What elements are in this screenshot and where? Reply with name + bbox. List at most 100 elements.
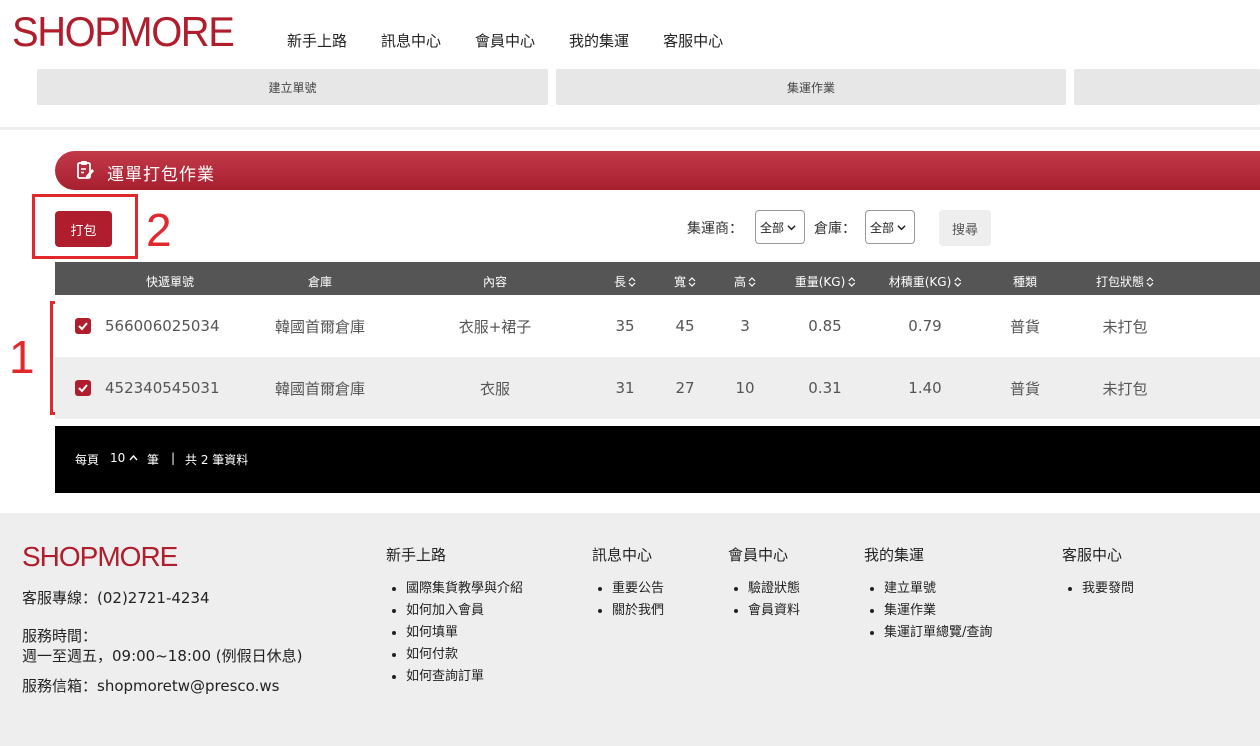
th-height-label: 高 [733,275,747,289]
nav-customer-service[interactable]: 客服中心 [663,30,723,51]
footer-hours: 週一至週五，09:00~18:00 (例假日休息) [22,647,303,665]
check-icon [78,384,88,393]
chevron-up-icon [129,454,138,461]
footer-link[interactable]: 驗證狀態 [748,578,800,600]
footer-link[interactable]: 關於我們 [612,600,664,622]
footer-logo: SHOPMORE [22,541,178,572]
carrier-select-value: 全部 [760,220,785,235]
section-header: 運單打包作業 [55,151,1260,190]
clipboard-edit-icon [77,161,94,179]
footer-col-title: 訊息中心 [592,546,653,564]
footer-link[interactable]: 如何加入會員 [406,600,523,622]
footer-link[interactable]: 建立單號 [884,578,992,600]
top-nav: 新手上路 訊息中心 會員中心 我的集運 客服中心 [287,30,757,51]
nav-message-center[interactable]: 訊息中心 [381,30,441,51]
cell-pack-status: 未打包 [1102,379,1148,398]
carrier-filter-label: 集運商： [687,221,743,237]
nav-member-center[interactable]: 會員中心 [475,30,535,51]
nav-beginner-guide[interactable]: 新手上路 [287,30,347,51]
section-title: 運單打包作業 [107,165,215,185]
footer-link[interactable]: 如何付款 [406,644,523,666]
cell-height: 10 [735,379,755,397]
pagination-bar: 每頁 10 筆 | 共 2 筆資料 [55,426,1260,493]
th-weight-label: 重量(KG) [794,275,846,289]
sort-icon [628,276,636,287]
footer-col-title: 會員中心 [728,546,789,564]
per-page-select[interactable]: 10 [110,451,138,465]
carrier-select[interactable]: 全部 [755,210,805,244]
header-divider [0,127,1260,130]
shopmore-logo[interactable]: SHOPMORE [12,8,235,56]
cell-content: 衣服 [479,379,511,398]
footer-link[interactable]: 重要公告 [612,578,664,600]
subnav-extra-button[interactable] [1074,69,1260,105]
cell-length: 35 [615,317,635,335]
cell-tracking: 452340545031 [105,379,220,397]
consolidation-operation-button[interactable]: 集運作業 [556,69,1066,105]
cell-tracking: 566006025034 [105,317,220,335]
footer-col-service: 客服中心 我要發問 [1062,544,1134,600]
footer-col-consolidation: 我的集運 建立單號 集運作業 集運訂單總覽/查詢 [864,544,992,644]
cell-width: 27 [675,379,695,397]
footer-link[interactable]: 集運訂單總覽/查詢 [884,622,992,644]
cell-type: 普貨 [1009,317,1041,336]
annotation-number-1: 1 [9,331,35,383]
cell-vol-weight: 0.79 [908,317,942,335]
footer-link[interactable]: 我要發問 [1082,578,1134,600]
cell-warehouse: 韓國首爾倉庫 [274,379,366,398]
annotation-number-2: 2 [146,204,172,256]
cell-width: 45 [675,317,695,335]
row-checkbox[interactable] [75,318,91,334]
sort-icon [1146,276,1154,287]
cell-weight: 0.31 [808,379,842,397]
cell-length: 31 [615,379,635,397]
footer-link[interactable]: 會員資料 [748,600,800,622]
per-page-value: 10 [110,451,126,465]
footer-col-title: 我的集運 [864,546,925,564]
annotation-box-2 [32,194,138,259]
row-checkbox[interactable] [75,380,91,396]
chevron-down-icon [897,224,906,230]
footer-link[interactable]: 如何查詢訂單 [406,666,523,688]
cell-pack-status: 未打包 [1102,317,1148,336]
footer-col-title: 新手上路 [386,546,447,564]
cell-height: 3 [740,317,750,335]
sort-icon [847,276,855,287]
per-page-unit: 筆 [147,453,160,467]
search-button[interactable]: 搜尋 [939,210,991,246]
cell-type: 普貨 [1009,379,1041,398]
cell-weight: 0.85 [808,317,842,335]
nav-my-consolidation[interactable]: 我的集運 [569,30,629,51]
sort-icon [748,276,756,287]
footer-link[interactable]: 集運作業 [884,600,992,622]
table-row: 566006025034 韓國首爾倉庫 衣服+裙子 35 45 3 0.85 0… [55,295,1260,357]
th-length-label: 長 [613,275,627,289]
warehouse-filter-label: 倉庫： [814,221,856,237]
cell-warehouse: 韓國首爾倉庫 [274,317,366,336]
chevron-down-icon [787,224,796,230]
footer-link[interactable]: 如何填單 [406,622,523,644]
warehouse-select[interactable]: 全部 [865,210,915,244]
footer-col-message: 訊息中心 重要公告 關於我們 [592,544,664,622]
footer: SHOPMORE 客服專線：(02)2721-4234 服務時間： 週一至週五，… [0,513,1260,746]
footer-email: 服務信箱：shopmoretw@presco.ws [22,677,280,695]
cell-vol-weight: 1.40 [908,379,942,397]
cell-content: 衣服+裙子 [458,317,532,336]
table-row: 452340545031 韓國首爾倉庫 衣服 31 27 10 0.31 1.4… [55,357,1260,419]
total-records: 共 2 筆資料 [185,453,249,467]
th-vol-weight-label: 材積重(KG) [888,275,952,289]
sort-icon [688,276,696,287]
footer-link[interactable]: 國際集貨教學與介紹 [406,578,523,600]
footer-hotline: 客服專線：(02)2721-4234 [22,589,210,607]
th-width-label: 寬 [673,275,687,289]
warehouse-select-value: 全部 [870,220,895,235]
pager-separator: | [171,451,176,465]
footer-hours-label: 服務時間： [22,627,98,645]
create-tracking-button[interactable]: 建立單號 [37,69,548,105]
footer-col-member: 會員中心 驗證狀態 會員資料 [728,544,800,622]
per-page-label: 每頁 [75,453,100,467]
footer-col-title: 客服中心 [1062,546,1123,564]
footer-col-beginner: 新手上路 國際集貨教學與介紹 如何加入會員 如何填單 如何付款 如何查詢訂單 [386,544,523,688]
sort-icon [953,276,961,287]
th-pack-status-label: 打包狀態 [1095,275,1145,289]
